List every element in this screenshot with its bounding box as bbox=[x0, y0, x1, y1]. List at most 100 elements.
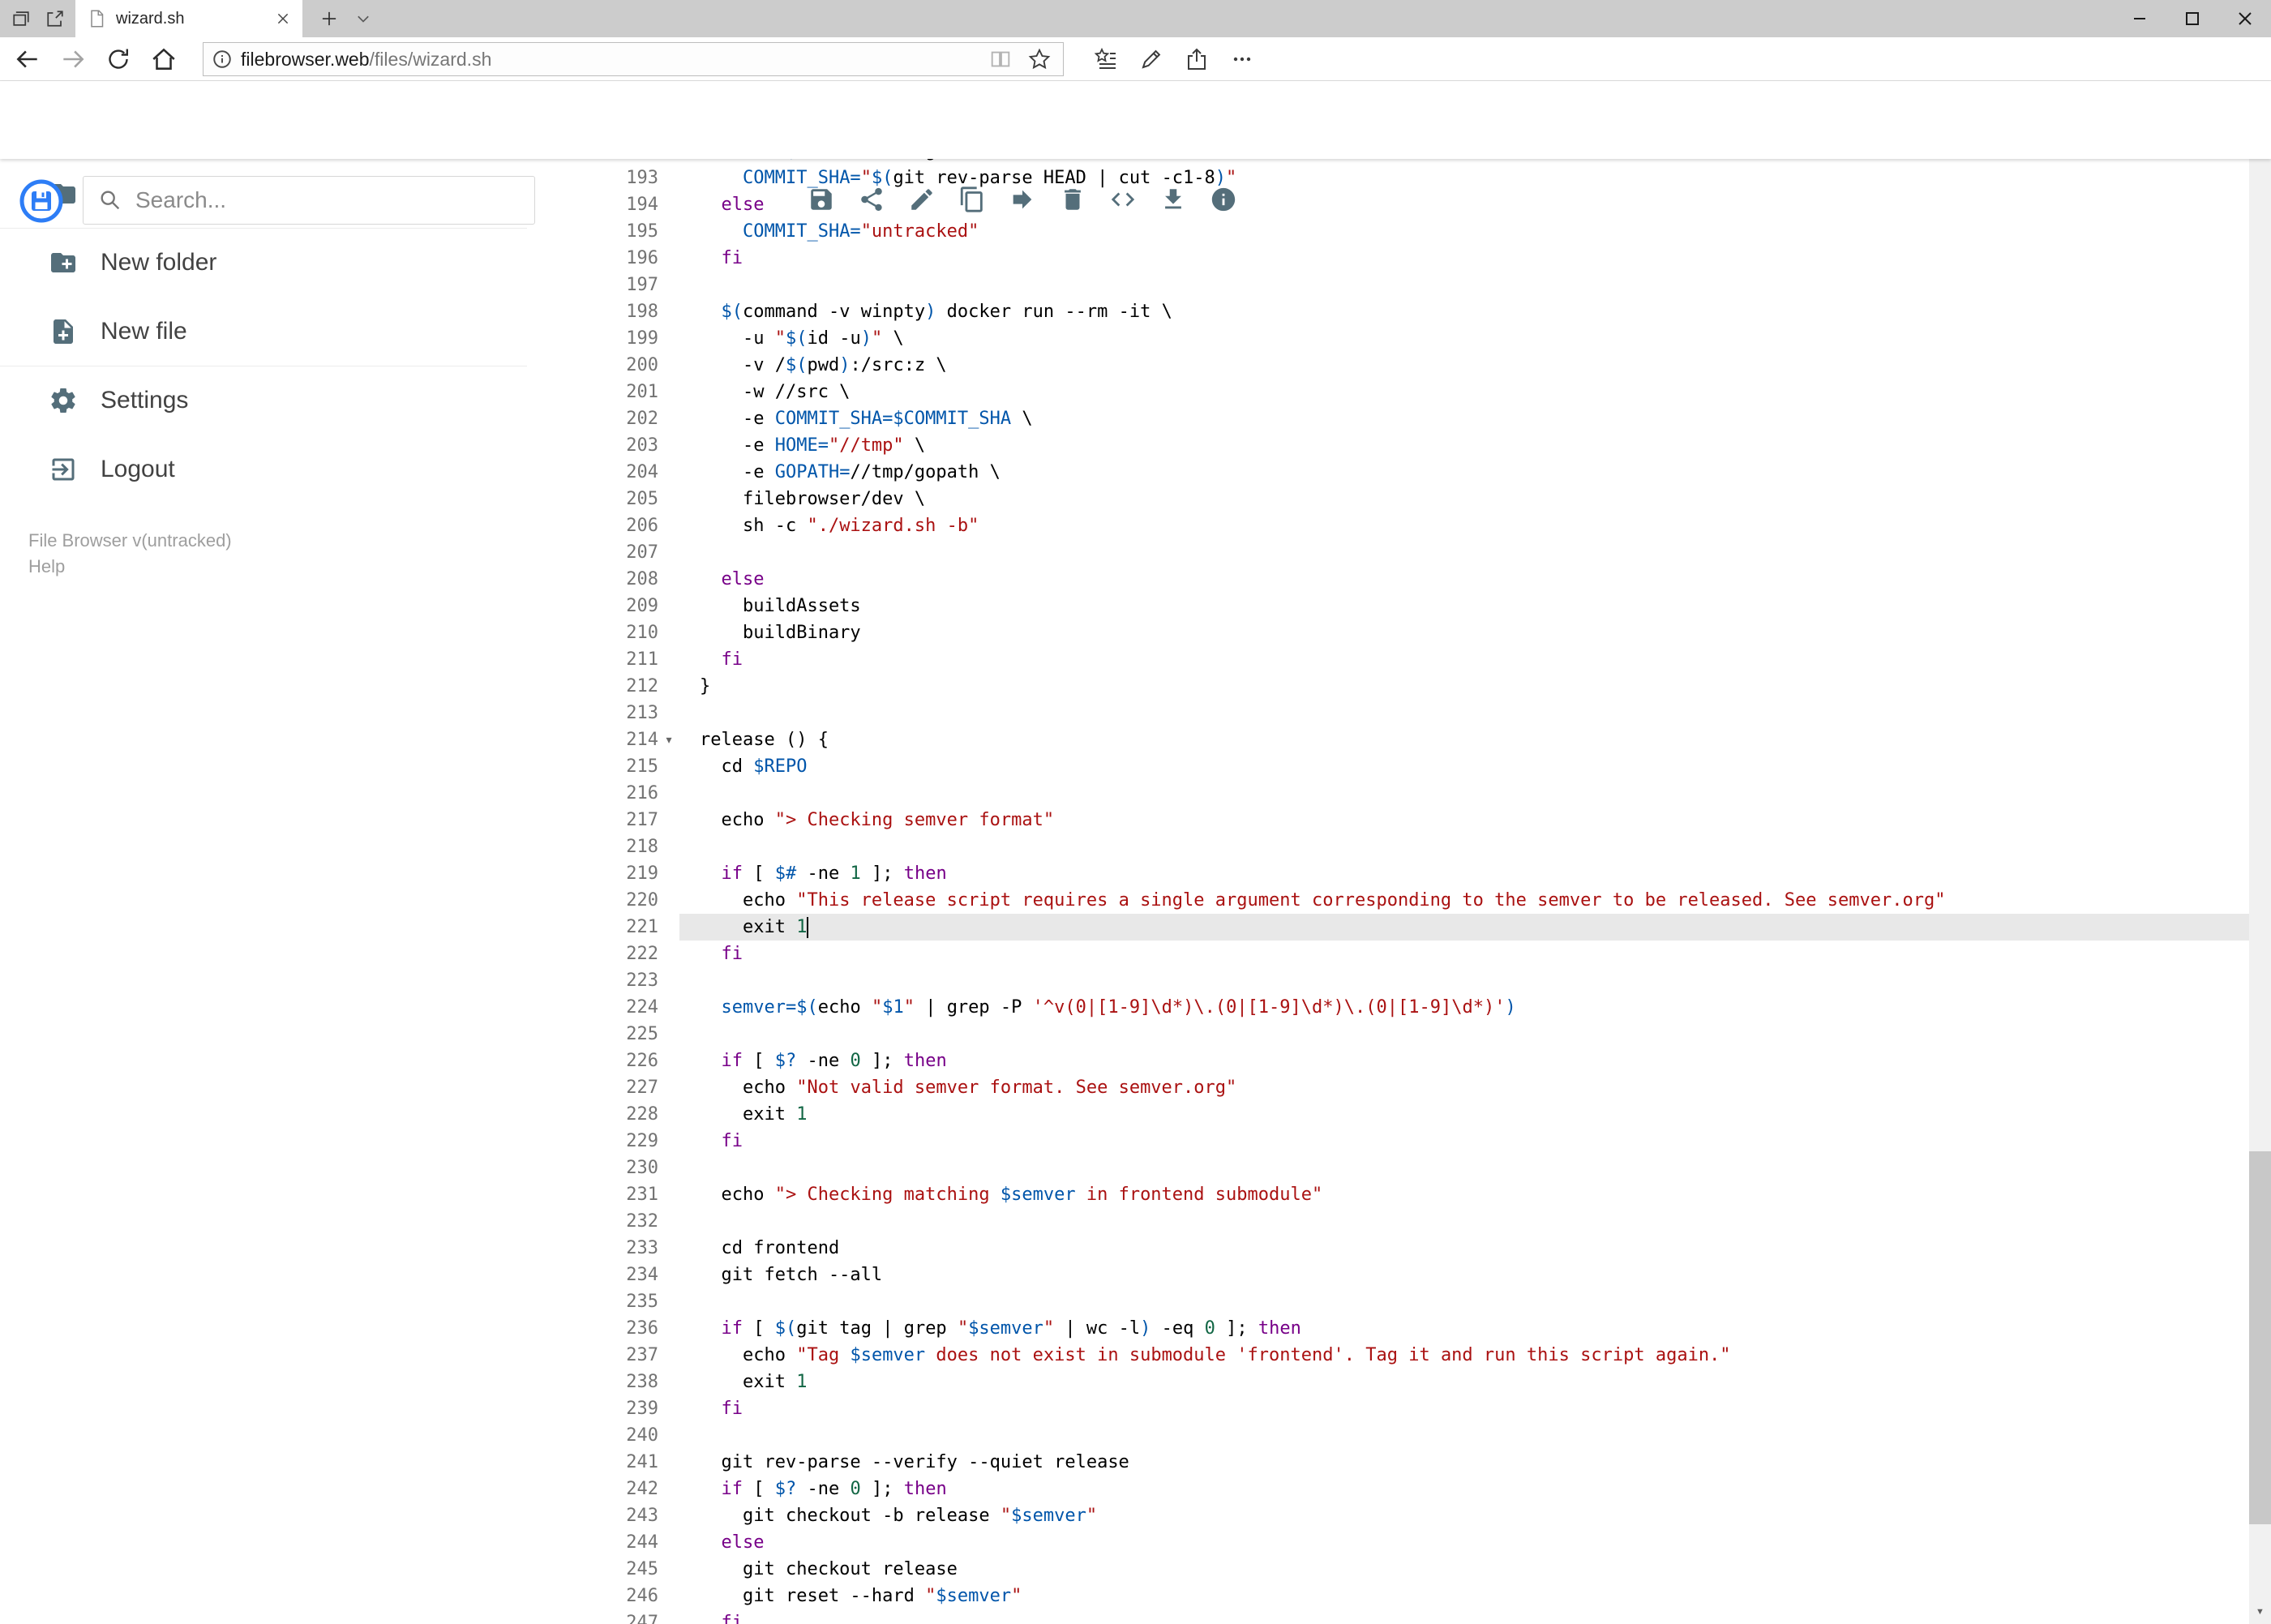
address-bar[interactable]: filebrowser.web/files/wizard.sh bbox=[203, 42, 1064, 76]
code-line-244[interactable]: 244 else bbox=[527, 1529, 2249, 1556]
home-button[interactable] bbox=[146, 41, 182, 77]
code-line-208[interactable]: 208 else bbox=[527, 566, 2249, 593]
code-line-232[interactable]: 232 bbox=[527, 1208, 2249, 1235]
share-button[interactable] bbox=[857, 186, 886, 216]
code-line-215[interactable]: 215 cd $REPO bbox=[527, 753, 2249, 780]
code-line-212[interactable]: 212} bbox=[527, 673, 2249, 700]
code-line-225[interactable]: 225 bbox=[527, 1021, 2249, 1048]
code-line-228[interactable]: 228 exit 1 bbox=[527, 1101, 2249, 1128]
tabs-overview-button[interactable] bbox=[10, 7, 32, 30]
scroll-down-arrow-icon[interactable]: ▼ bbox=[2249, 1600, 2271, 1622]
code-line-222[interactable]: 222 fi bbox=[527, 941, 2249, 967]
code-line-197[interactable]: 197 bbox=[527, 272, 2249, 298]
filebrowser-logo[interactable] bbox=[19, 179, 63, 223]
code-line-247[interactable]: 247 fi bbox=[527, 1609, 2249, 1624]
sidebar-item-settings[interactable]: Settings bbox=[0, 366, 527, 435]
code-line-209[interactable]: 209 buildAssets bbox=[527, 593, 2249, 619]
code-line-230[interactable]: 230 bbox=[527, 1155, 2249, 1181]
back-button[interactable] bbox=[10, 41, 45, 77]
download-button[interactable] bbox=[1159, 186, 1188, 216]
search-input[interactable] bbox=[135, 187, 520, 213]
code-line-221[interactable]: 221 exit 1 bbox=[527, 914, 2249, 941]
scrollbar-thumb[interactable] bbox=[2249, 1151, 2271, 1524]
info-button[interactable] bbox=[1209, 186, 1238, 216]
code-line-193[interactable]: 193 COMMIT_SHA="$(git rev-parse HEAD | c… bbox=[527, 165, 2249, 191]
code-line-195[interactable]: 195 COMMIT_SHA="untracked" bbox=[527, 218, 2249, 245]
hub-button[interactable] bbox=[1088, 41, 1124, 77]
code-line-219[interactable]: 219 if [ $# -ne 1 ]; then bbox=[527, 860, 2249, 887]
maximize-button[interactable] bbox=[2166, 0, 2218, 37]
code-line-220[interactable]: 220 echo "This release script requires a… bbox=[527, 887, 2249, 914]
code-line-213[interactable]: 213 bbox=[527, 700, 2249, 726]
code-line-206[interactable]: 206 sh -c "./wizard.sh -b" bbox=[527, 512, 2249, 539]
share-button[interactable] bbox=[1179, 41, 1215, 77]
code-line-241[interactable]: 241 git rev-parse --verify --quiet relea… bbox=[527, 1449, 2249, 1476]
code-line-211[interactable]: 211 fi bbox=[527, 646, 2249, 673]
fold-arrow-icon[interactable]: ▾ bbox=[658, 726, 679, 753]
forward-button[interactable] bbox=[55, 41, 91, 77]
help-link[interactable]: Help bbox=[28, 556, 65, 577]
reading-view-button[interactable] bbox=[985, 44, 1016, 75]
code-line-224[interactable]: 224 semver=$(echo "$1" | grep -P '^v(0|[… bbox=[527, 994, 2249, 1021]
code-line-245[interactable]: 245 git checkout release bbox=[527, 1556, 2249, 1583]
code-line-217[interactable]: 217 echo "> Checking semver format" bbox=[527, 807, 2249, 833]
tab-preview-button[interactable] bbox=[347, 0, 379, 37]
browser-tab[interactable]: wizard.sh bbox=[75, 0, 302, 37]
code-button[interactable] bbox=[1108, 186, 1138, 216]
code-line-204[interactable]: 204 -e GOPATH=//tmp/gopath \ bbox=[527, 459, 2249, 486]
code-line-234[interactable]: 234 git fetch --all bbox=[527, 1262, 2249, 1288]
code-line-233[interactable]: 233 cd frontend bbox=[527, 1235, 2249, 1262]
fold-gutter bbox=[658, 833, 679, 860]
code-line-218[interactable]: 218 bbox=[527, 833, 2249, 860]
code-line-203[interactable]: 203 -e HOME="//tmp" \ bbox=[527, 432, 2249, 459]
delete-button[interactable] bbox=[1058, 186, 1087, 216]
code-line-196[interactable]: 196 fi bbox=[527, 245, 2249, 272]
code-line-235[interactable]: 235 bbox=[527, 1288, 2249, 1315]
sidebar-item-new-folder[interactable]: New folder bbox=[0, 228, 527, 297]
code-line-202[interactable]: 202 -e COMMIT_SHA=$COMMIT_SHA \ bbox=[527, 405, 2249, 432]
minimize-button[interactable] bbox=[2113, 0, 2166, 37]
code-line-194[interactable]: 194 else bbox=[527, 191, 2249, 218]
edit-button[interactable] bbox=[907, 186, 936, 216]
refresh-button[interactable] bbox=[101, 41, 136, 77]
code-line-239[interactable]: 239 fi bbox=[527, 1395, 2249, 1422]
code-line-207[interactable]: 207 bbox=[527, 539, 2249, 566]
code-line-238[interactable]: 238 exit 1 bbox=[527, 1369, 2249, 1395]
more-button[interactable] bbox=[1224, 41, 1260, 77]
save-button[interactable] bbox=[807, 186, 836, 216]
fold-gutter bbox=[658, 159, 679, 165]
web-note-button[interactable] bbox=[1133, 41, 1169, 77]
code-line-210[interactable]: 210 buildBinary bbox=[527, 619, 2249, 646]
code-line-246[interactable]: 246 git reset --hard "$semver" bbox=[527, 1583, 2249, 1609]
code-line-201[interactable]: 201 -w //src \ bbox=[527, 379, 2249, 405]
code-line-227[interactable]: 227 echo "Not valid semver format. See s… bbox=[527, 1074, 2249, 1101]
code-line-237[interactable]: 237 echo "Tag $semver does not exist in … bbox=[527, 1342, 2249, 1369]
code-editor[interactable]: 192 if [ "$(command -v git)" != "" ]; th… bbox=[527, 159, 2249, 1624]
code-line-214[interactable]: 214 ▾ release () { bbox=[527, 726, 2249, 753]
code-line-243[interactable]: 243 git checkout -b release "$semver" bbox=[527, 1502, 2249, 1529]
page-scrollbar[interactable]: ▲ ▼ bbox=[2249, 81, 2271, 1624]
search-box[interactable] bbox=[83, 176, 535, 225]
tab-close-button[interactable] bbox=[275, 11, 291, 27]
code-line-236[interactable]: 236 if [ $(git tag | grep "$semver" | wc… bbox=[527, 1315, 2249, 1342]
code-line-242[interactable]: 242 if [ $? -ne 0 ]; then bbox=[527, 1476, 2249, 1502]
code-line-198[interactable]: 198 $(command -v winpty) docker run --rm… bbox=[527, 298, 2249, 325]
sidebar-item-logout[interactable]: Logout bbox=[0, 435, 527, 503]
move-button[interactable] bbox=[1008, 186, 1037, 216]
code-line-231[interactable]: 231 echo "> Checking matching $semver in… bbox=[527, 1181, 2249, 1208]
set-tabs-aside-button[interactable] bbox=[44, 7, 66, 30]
code-line-240[interactable]: 240 bbox=[527, 1422, 2249, 1449]
code-line-205[interactable]: 205 filebrowser/dev \ bbox=[527, 486, 2249, 512]
code-line-199[interactable]: 199 -u "$(id -u)" \ bbox=[527, 325, 2249, 352]
code-line-229[interactable]: 229 fi bbox=[527, 1128, 2249, 1155]
favorite-star-button[interactable] bbox=[1024, 44, 1055, 75]
code-line-192[interactable]: 192 if [ "$(command -v git)" != "" ]; th… bbox=[527, 159, 2249, 165]
copy-button[interactable] bbox=[958, 186, 987, 216]
code-line-223[interactable]: 223 bbox=[527, 967, 2249, 994]
code-line-216[interactable]: 216 bbox=[527, 780, 2249, 807]
code-line-226[interactable]: 226 if [ $? -ne 0 ]; then bbox=[527, 1048, 2249, 1074]
close-window-button[interactable] bbox=[2218, 0, 2271, 37]
code-line-200[interactable]: 200 -v /$(pwd):/src:z \ bbox=[527, 352, 2249, 379]
new-tab-button[interactable] bbox=[311, 0, 347, 37]
sidebar-item-new-file[interactable]: New file bbox=[0, 297, 527, 366]
